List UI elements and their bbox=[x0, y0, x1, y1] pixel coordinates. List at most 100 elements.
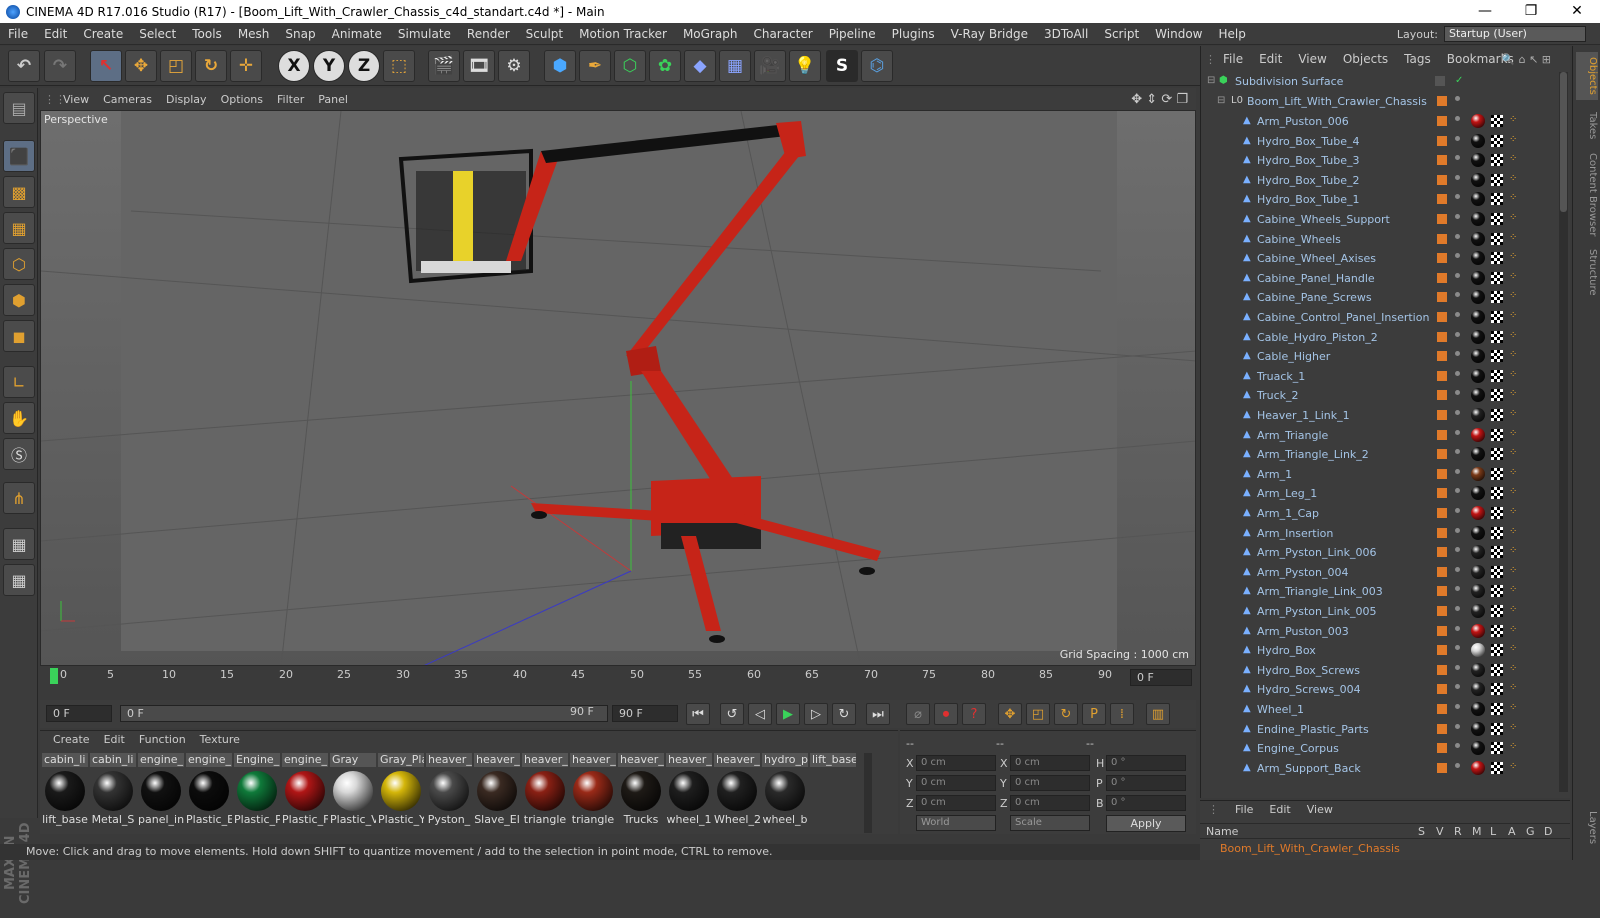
visibility-dot-icon[interactable] bbox=[1455, 586, 1460, 592]
deformer-icon[interactable]: ◆ bbox=[684, 50, 716, 82]
tree-row[interactable]: ▲ Arm_Insertion ⁘ bbox=[1201, 524, 1571, 544]
visibility-dot-icon[interactable] bbox=[1455, 762, 1460, 768]
visibility-dot-icon[interactable] bbox=[1455, 645, 1460, 651]
selection-tag-icon[interactable]: ⁘ bbox=[1509, 447, 1517, 458]
menu-snap[interactable]: Snap bbox=[277, 27, 323, 41]
tree-row[interactable]: ▲ Arm_Puston_006 ⁘ bbox=[1201, 112, 1571, 132]
texture-mode-icon[interactable]: ▩ bbox=[3, 176, 35, 208]
tree-row[interactable]: ▲ Hydro_Box_Screws ⁘ bbox=[1201, 661, 1571, 681]
uvw-tag-icon[interactable] bbox=[1491, 565, 1503, 578]
material-tag-icon[interactable] bbox=[1471, 741, 1485, 756]
tree-row-subdivision[interactable]: ⊟ ⬢ Subdivision Surface ✓ bbox=[1201, 72, 1571, 92]
selection-tag-icon[interactable]: ⁘ bbox=[1509, 624, 1517, 635]
menu-help[interactable]: Help bbox=[1210, 27, 1253, 41]
material-tag-icon[interactable] bbox=[1471, 192, 1485, 207]
material-tag-icon[interactable] bbox=[1471, 545, 1485, 560]
vp-menu-cameras[interactable]: Cameras bbox=[96, 93, 159, 106]
pos-y-field[interactable]: 0 cm bbox=[916, 775, 996, 791]
tree-row[interactable]: ▲ Truack_1 ⁘ bbox=[1201, 367, 1571, 387]
selection-tag-icon[interactable]: ⁘ bbox=[1509, 232, 1517, 243]
tree-row[interactable]: ▲ Arm_Puston_003 ⁘ bbox=[1201, 622, 1571, 642]
tab-content-browser[interactable]: Content Browser bbox=[1576, 150, 1598, 240]
script-icon[interactable]: S bbox=[826, 50, 858, 82]
points-mode-icon[interactable]: ⬡ bbox=[3, 248, 35, 280]
material-tag-icon[interactable] bbox=[1471, 760, 1485, 775]
tree-row[interactable]: ▲ Hydro_Box_Tube_3 ⁘ bbox=[1201, 151, 1571, 171]
apply-button[interactable]: Apply bbox=[1106, 815, 1186, 832]
workplane-lock-icon[interactable]: ▦ bbox=[3, 528, 35, 560]
size-x-field[interactable]: 0 cm bbox=[1010, 755, 1090, 771]
selection-tag-icon[interactable]: ⁘ bbox=[1509, 467, 1517, 478]
record-off-icon[interactable]: ⌀ bbox=[906, 703, 930, 725]
make-editable-icon[interactable]: ▤ bbox=[3, 92, 35, 124]
visibility-dot-icon[interactable] bbox=[1455, 96, 1460, 101]
selection-tag-icon[interactable]: ⁘ bbox=[1509, 251, 1517, 262]
uvw-tag-icon[interactable] bbox=[1491, 624, 1503, 637]
menu-animate[interactable]: Animate bbox=[324, 27, 390, 41]
visibility-dot-icon[interactable] bbox=[1455, 566, 1460, 572]
uvw-tag-icon[interactable] bbox=[1491, 742, 1503, 755]
material-tag-icon[interactable] bbox=[1471, 114, 1485, 128]
edges-mode-icon[interactable]: ⬢ bbox=[3, 284, 35, 316]
coordinate-system-icon[interactable]: ⬚ bbox=[383, 50, 415, 82]
tree-row[interactable]: ▲ Arm_Pyston_Link_006 ⁘ bbox=[1201, 543, 1571, 563]
visibility-dot-icon[interactable] bbox=[1455, 429, 1460, 435]
tree-row[interactable]: ▲ Hydro_Box ⁘ bbox=[1201, 641, 1571, 661]
menu-character[interactable]: Character bbox=[745, 27, 820, 41]
selection-tag-icon[interactable]: ⁘ bbox=[1509, 741, 1517, 752]
key-rotate-icon[interactable]: ↻ bbox=[1054, 703, 1078, 725]
tab-takes[interactable]: Takes bbox=[1576, 106, 1598, 146]
material-swatch[interactable]: heaver_ Slave_El bbox=[474, 753, 520, 835]
material-tag-icon[interactable] bbox=[1471, 329, 1485, 344]
tree-row[interactable]: ▲ Cable_Higher ⁘ bbox=[1201, 347, 1571, 367]
timeline-ruler[interactable]: 0 5 10 15 20 25 30 35 40 45 50 55 60 65 … bbox=[40, 668, 1196, 688]
menu-motion-tracker[interactable]: Motion Tracker bbox=[571, 27, 675, 41]
visibility-dot-icon[interactable] bbox=[1455, 508, 1460, 513]
key-param-icon[interactable]: P bbox=[1082, 703, 1106, 725]
tree-row[interactable]: ▲ Arm_Triangle ⁘ bbox=[1201, 426, 1571, 446]
key-pla-icon[interactable]: ⁞ bbox=[1110, 703, 1134, 725]
material-tag-icon[interactable] bbox=[1471, 486, 1485, 501]
material-tag-icon[interactable] bbox=[1471, 447, 1485, 462]
material-tag-icon[interactable] bbox=[1471, 270, 1485, 285]
visibility-dot-icon[interactable] bbox=[1455, 214, 1460, 219]
uvw-tag-icon[interactable] bbox=[1491, 761, 1503, 774]
visibility-dot-icon[interactable] bbox=[1455, 233, 1460, 239]
record-icon[interactable]: ⏺ bbox=[934, 703, 958, 725]
uvw-tag-icon[interactable] bbox=[1491, 644, 1503, 657]
uvw-tag-icon[interactable] bbox=[1491, 134, 1503, 147]
uvw-tag-icon[interactable] bbox=[1491, 213, 1503, 225]
z-axis-icon[interactable]: Z bbox=[348, 50, 380, 82]
uvw-tag-icon[interactable] bbox=[1491, 369, 1503, 382]
uvw-tag-icon[interactable] bbox=[1491, 291, 1503, 304]
render-picture-viewer-icon[interactable]: 🎞 bbox=[463, 50, 495, 82]
end-frame-field[interactable]: 90 F bbox=[612, 705, 678, 722]
material-swatch[interactable]: Engine_ Plastic_P bbox=[234, 753, 280, 835]
pos-z-field[interactable]: 0 cm bbox=[916, 795, 996, 811]
object-scrollbar[interactable] bbox=[1559, 72, 1568, 792]
key-scale-icon[interactable]: ◰ bbox=[1026, 703, 1050, 725]
selection-tag-icon[interactable]: ⁘ bbox=[1509, 545, 1517, 556]
cloner-icon[interactable]: ✿ bbox=[649, 50, 681, 82]
menu-window[interactable]: Window bbox=[1147, 27, 1210, 41]
material-tag-icon[interactable] bbox=[1471, 349, 1485, 364]
material-swatch[interactable]: hydro_p wheel_b bbox=[762, 753, 808, 835]
visibility-dot-icon[interactable] bbox=[1455, 253, 1460, 259]
uvw-tag-icon[interactable] bbox=[1491, 252, 1503, 265]
collapse-icon[interactable]: ⊟ bbox=[1207, 75, 1217, 87]
menu-render[interactable]: Render bbox=[459, 27, 518, 41]
attr-menu-edit[interactable]: Edit bbox=[1261, 803, 1298, 816]
tree-row[interactable]: ▲ Arm_Triangle_Link_003 ⁘ bbox=[1201, 582, 1571, 602]
visibility-dot-icon[interactable] bbox=[1455, 723, 1460, 729]
rot-b-field[interactable]: 0 ° bbox=[1106, 795, 1186, 811]
viewport[interactable]: Perspective Grid Spacing : 1000 cm bbox=[40, 110, 1196, 666]
scale-icon[interactable]: ◰ bbox=[160, 50, 192, 82]
material-swatch[interactable]: Gray Plastic_V bbox=[330, 753, 376, 835]
selection-tag-icon[interactable]: ⁘ bbox=[1509, 349, 1517, 360]
uvw-tag-icon[interactable] bbox=[1491, 330, 1503, 343]
visibility-dot-icon[interactable] bbox=[1455, 527, 1460, 533]
auto-key-icon[interactable]: ? bbox=[962, 703, 986, 725]
material-tag-icon[interactable] bbox=[1471, 212, 1485, 226]
pos-x-field[interactable]: 0 cm bbox=[916, 755, 996, 771]
selection-tag-icon[interactable]: ⁘ bbox=[1509, 584, 1517, 595]
